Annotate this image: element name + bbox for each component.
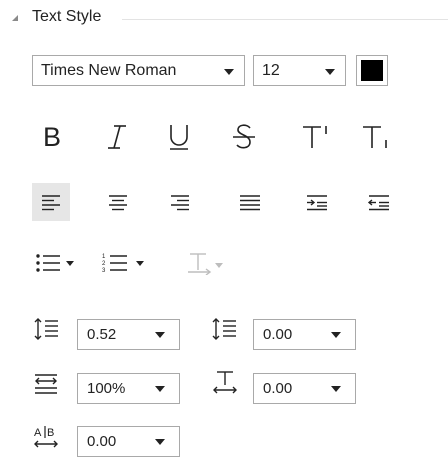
superscript-icon <box>303 126 327 148</box>
align-center-button[interactable] <box>99 183 137 221</box>
bold-icon: B <box>42 121 61 152</box>
chevron-down-icon <box>155 332 165 338</box>
font-size-dropdown[interactable]: 12 <box>253 55 346 86</box>
character-spacing-icon <box>213 371 237 394</box>
font-family-dropdown[interactable]: Times New Roman <box>32 55 245 86</box>
chevron-down-icon <box>224 69 234 75</box>
svg-text:2: 2 <box>102 261 106 267</box>
align-left-icon <box>42 195 60 211</box>
underline-icon <box>170 125 188 150</box>
justify-icon <box>240 195 260 211</box>
svg-text:B: B <box>47 427 54 439</box>
svg-text:1: 1 <box>102 254 106 260</box>
chevron-down-icon <box>325 69 335 75</box>
collapse-triangle-icon[interactable] <box>10 13 20 23</box>
kerning-dropdown[interactable]: 0.00 <box>77 426 180 457</box>
chevron-down-icon <box>155 386 165 392</box>
font-color-swatch <box>361 60 383 81</box>
subscript-icon <box>363 126 387 148</box>
increase-indent-icon <box>307 195 327 211</box>
font-size-value: 12 <box>262 62 280 79</box>
underline-button[interactable] <box>160 118 198 156</box>
font-family-value: Times New Roman <box>41 62 177 79</box>
align-right-button[interactable] <box>161 183 199 221</box>
chevron-down-icon <box>155 439 165 445</box>
line-spacing-icon <box>34 318 58 340</box>
decrease-indent-button[interactable] <box>360 183 398 221</box>
numbered-list-button[interactable]: 1 2 3 <box>100 244 154 282</box>
numbered-list-icon: 1 2 3 <box>102 254 144 274</box>
text-direction-icon <box>188 253 223 275</box>
character-spacing-value: 0.00 <box>263 380 293 397</box>
character-width-icon <box>35 374 57 394</box>
paragraph-spacing-dropdown[interactable]: 0.00 <box>253 319 356 350</box>
character-width-value: 100% <box>87 380 126 397</box>
italic-button[interactable] <box>98 118 136 156</box>
bold-button[interactable]: B <box>33 118 71 156</box>
align-left-button[interactable] <box>32 183 70 221</box>
justify-button[interactable] <box>231 183 269 221</box>
chevron-down-icon <box>331 386 341 392</box>
kerning-icon: A B <box>34 426 58 448</box>
subscript-button[interactable] <box>357 118 395 156</box>
align-right-icon <box>171 195 189 211</box>
paragraph-spacing-icon <box>212 318 236 340</box>
font-color-picker[interactable] <box>356 55 388 86</box>
superscript-button[interactable] <box>297 118 335 156</box>
text-direction-button[interactable] <box>183 244 233 282</box>
chevron-down-icon <box>331 332 341 338</box>
bullet-list-button[interactable] <box>33 244 81 282</box>
section-divider <box>122 19 448 20</box>
svg-text:A: A <box>34 427 42 439</box>
italic-icon <box>108 125 126 149</box>
section-title: Text Style <box>32 8 102 25</box>
align-center-icon <box>109 195 127 211</box>
paragraph-spacing-value: 0.00 <box>263 326 293 343</box>
strikethrough-icon <box>233 124 255 149</box>
increase-indent-button[interactable] <box>298 183 336 221</box>
character-spacing-dropdown[interactable]: 0.00 <box>253 373 356 404</box>
bullet-list-icon <box>36 254 74 272</box>
svg-text:3: 3 <box>102 268 106 274</box>
decrease-indent-icon <box>367 195 389 211</box>
text-style-section-header[interactable]: Text Style <box>0 0 448 36</box>
kerning-value: 0.00 <box>87 433 117 450</box>
line-spacing-dropdown[interactable]: 0.52 <box>77 319 180 350</box>
strikethrough-button[interactable] <box>225 118 263 156</box>
character-width-dropdown[interactable]: 100% <box>77 373 180 404</box>
line-spacing-value: 0.52 <box>87 326 117 343</box>
